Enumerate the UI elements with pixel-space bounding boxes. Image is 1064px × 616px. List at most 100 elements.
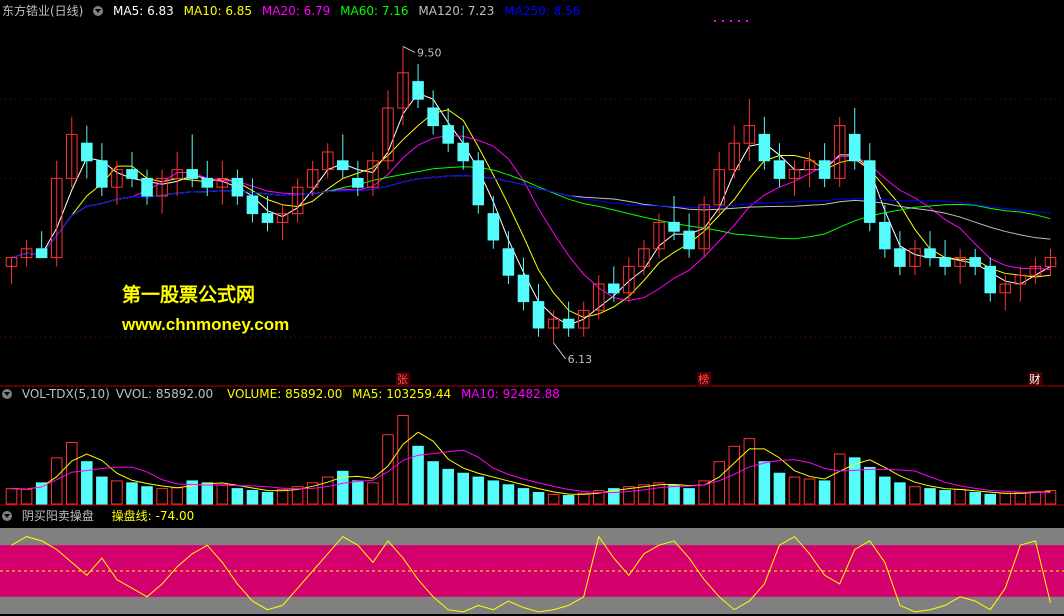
volume-bar — [35, 482, 48, 505]
volume-bar — [141, 486, 153, 505]
candle-body — [141, 177, 153, 197]
volume-label: VOLUME: 85892.00 — [226, 387, 343, 401]
volume-bar — [1014, 491, 1027, 505]
indicator-chart[interactable] — [0, 526, 1064, 616]
candle-body — [261, 213, 274, 223]
candle-body — [352, 177, 364, 188]
volume-bar — [367, 482, 379, 505]
candle-body — [81, 142, 93, 162]
indicator-header: 阴买阳卖操盘 操盘线: -74.00 — [2, 507, 200, 525]
volume-bar — [954, 488, 966, 505]
volume-bar — [939, 490, 951, 505]
candle-body — [924, 248, 936, 259]
candle-body — [472, 160, 485, 206]
candle-body — [562, 318, 575, 329]
candle-body — [758, 133, 771, 162]
volume-bar — [111, 480, 123, 505]
volume-bar — [909, 486, 921, 505]
volume-bar — [352, 480, 364, 505]
volume-bar — [999, 492, 1012, 505]
indicator-name: 阴买阳卖操盘 — [21, 509, 94, 523]
volume-bar — [653, 482, 665, 505]
volume-bar — [803, 478, 816, 505]
candle-body — [231, 177, 244, 197]
low-pointer — [553, 342, 566, 360]
candle-body — [939, 257, 951, 267]
volume-bar — [20, 488, 33, 505]
candle-body — [246, 195, 259, 215]
volume-bar — [201, 482, 214, 505]
signal-dot — [722, 20, 724, 22]
candle-body — [201, 177, 214, 188]
volume-bar — [683, 488, 695, 505]
candle-body — [864, 160, 876, 223]
candle-body — [96, 160, 108, 188]
volume-bar — [833, 453, 846, 505]
volume-bar — [532, 491, 545, 505]
volume-bar — [502, 484, 515, 505]
high-annotation: 9.50 — [417, 46, 442, 59]
candle-body — [35, 248, 48, 259]
event-marker: 财 — [1029, 372, 1040, 386]
candle-body — [186, 169, 198, 179]
volume-bar — [547, 493, 560, 505]
signal-dot — [714, 20, 716, 22]
volume-bar — [96, 476, 108, 505]
candle-body — [969, 257, 981, 267]
volume-bar — [728, 445, 741, 505]
candle-body — [517, 274, 530, 303]
event-marker: 榜 — [698, 372, 709, 386]
candle-body — [502, 248, 515, 276]
low-annotation: 6.13 — [568, 353, 593, 366]
candle-body — [126, 169, 138, 179]
volume-bar — [261, 491, 274, 505]
volume-bar — [337, 470, 349, 505]
candle-body — [442, 125, 454, 144]
candle-body — [848, 133, 861, 162]
volume-bar — [442, 468, 454, 505]
vol-name: VOL-TDX(5,10) — [21, 387, 110, 401]
volume-bar — [156, 488, 168, 505]
signal-dot — [730, 20, 732, 22]
indicator-band — [0, 545, 1064, 597]
signal-dot — [738, 20, 740, 22]
candle-body — [337, 160, 349, 171]
candle-body — [773, 160, 786, 179]
volume-bar — [397, 415, 409, 505]
volume-bar — [5, 488, 18, 505]
volume-bar — [562, 495, 575, 505]
volume-bar — [969, 491, 981, 505]
candle-body — [894, 248, 906, 267]
candle-body — [608, 283, 620, 294]
volume-bar — [894, 482, 906, 505]
volume-bar — [713, 461, 725, 505]
candle-body — [457, 142, 470, 162]
watermark-line2: www.chnmoney.com — [122, 315, 290, 334]
candle-body — [532, 301, 545, 329]
candle-body — [683, 230, 695, 250]
collapse-icon[interactable] — [2, 389, 12, 399]
vol-ma10-label: MA10: 92482.88 — [460, 387, 560, 401]
candle-body — [487, 213, 500, 241]
volume-bar — [668, 485, 680, 505]
volume-bar — [65, 441, 78, 505]
candle-body — [818, 160, 831, 179]
volume-chart[interactable] — [0, 400, 1064, 506]
volume-bar — [864, 466, 876, 505]
volume-bar — [216, 484, 229, 505]
vvol-label: VVOL: 85892.00 — [115, 387, 214, 401]
collapse-icon[interactable] — [2, 511, 12, 521]
indicator-line-label: 操盘线: -74.00 — [111, 509, 195, 523]
watermark-line1: 第一股票公式网 — [122, 285, 256, 306]
vol-ma5-label: MA5: 103259.44 — [352, 387, 452, 401]
volume-bar — [517, 488, 530, 505]
candle-body — [879, 221, 891, 250]
candle-body — [412, 81, 424, 100]
volume-bar — [81, 461, 93, 505]
volume-bar — [487, 480, 500, 505]
volume-bar — [171, 487, 183, 505]
candle-body — [668, 221, 680, 232]
volume-bar — [818, 480, 831, 505]
volume-bar — [276, 488, 289, 505]
high-pointer — [402, 45, 416, 53]
